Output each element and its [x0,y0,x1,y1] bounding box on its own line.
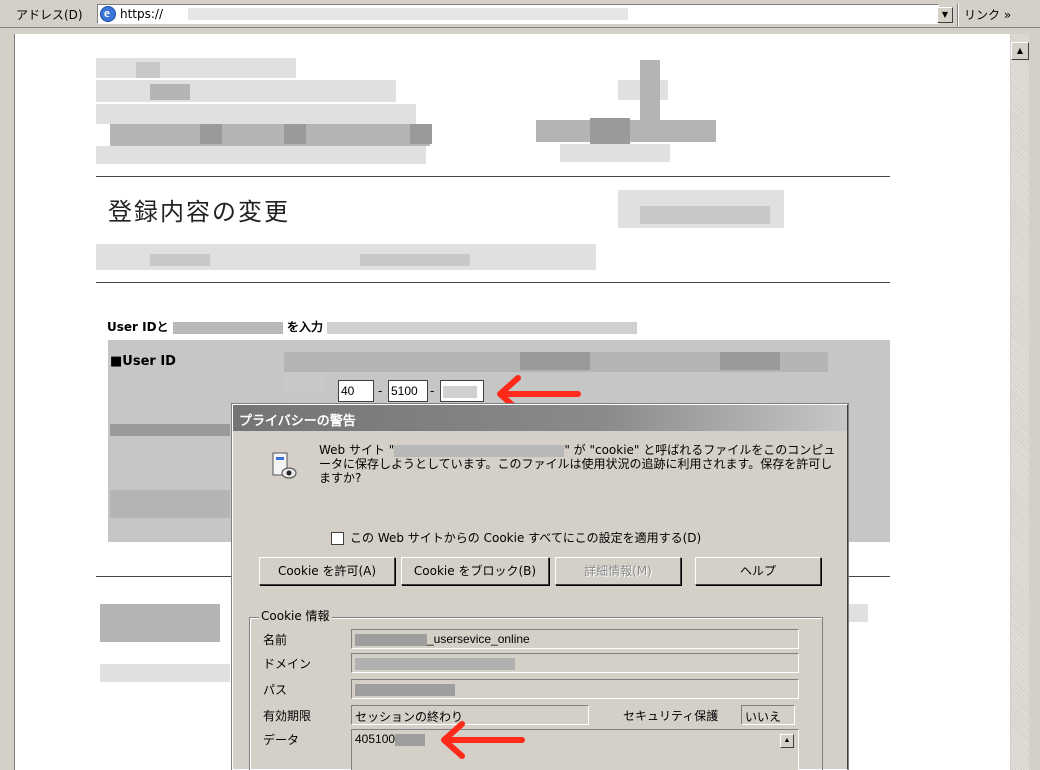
data-field: 405100 ▲ [351,729,799,770]
privacy-eye-icon [272,452,297,479]
links-button[interactable]: リンク » [964,6,1011,23]
toolbar-separator [957,4,959,26]
secure-label: セキュリティ保護 [623,709,719,723]
userid-part1-input[interactable] [338,380,374,402]
red-arrow-icon [441,721,525,759]
block-cookie-button[interactable]: Cookie をブロック(B) [401,557,549,585]
dialog-title: プライバシーの警告 [233,405,847,431]
address-input[interactable]: https:// [97,4,939,24]
window-edge [1029,34,1040,770]
dash: - [378,384,383,398]
userid-prompt: User IDと を入力 [107,318,638,335]
divider [96,176,890,177]
divider [96,282,890,283]
scrollbar[interactable] [1011,34,1029,770]
allow-cookie-button[interactable]: Cookie を許可(A) [259,557,395,585]
userid-label: ■User ID [110,354,176,369]
secure-field: いいえ [741,705,795,725]
name-label: 名前 [263,633,288,647]
apply-all-label: この Web サイトからの Cookie すべてにこの設定を適用する(D) [350,531,702,545]
userid-part3-input[interactable] [440,380,484,402]
userid-prompt-b: を入力 [286,320,323,334]
domain-field [351,653,799,673]
data-label: データ [263,733,300,747]
scroll-up-icon[interactable]: ▲ [1011,42,1029,60]
path-field [351,679,799,699]
name-field: _usersevice_online [351,629,799,649]
expires-label: 有効期限 [263,709,312,723]
dialog-message-a: Web サイト " [319,443,395,457]
details-button[interactable]: 詳細情報(M) [555,557,681,585]
scroll-up-icon[interactable]: ▲ [780,734,794,748]
checkbox-box[interactable] [331,532,344,545]
dropdown-arrow-icon[interactable]: ▼ [937,7,953,23]
address-bar: アドレス(D) https:// ▼ リンク » [0,0,1040,28]
cookie-info-title: Cookie 情報 [259,607,332,624]
data-value: 405100 [355,732,396,746]
domain-label: ドメイン [263,657,312,671]
userid-part2-input[interactable] [388,380,428,402]
url-text: https:// [120,7,164,21]
url-redaction [188,8,628,20]
page-title: 登録内容の変更 [108,198,290,226]
help-button[interactable]: ヘルプ [695,557,821,585]
dialog-message: Web サイト " " が "cookie" と呼ばれるファイルをこのコンピュータ… [319,443,839,485]
apply-all-checkbox[interactable]: この Web サイトからの Cookie すべてにこの設定を適用する(D) [331,529,701,546]
privacy-dialog: プライバシーの警告 Web サイト " " が "cookie" と呼ばれるファイ… [231,403,849,770]
ie-icon [100,5,116,22]
address-label: アドレス(D) [16,8,83,22]
path-label: パス [263,683,288,697]
userid-prompt-a: User IDと [107,320,169,334]
dash: - [430,384,435,398]
secure-value: いいえ [745,710,782,724]
name-value: _usersevice_online [427,632,530,646]
